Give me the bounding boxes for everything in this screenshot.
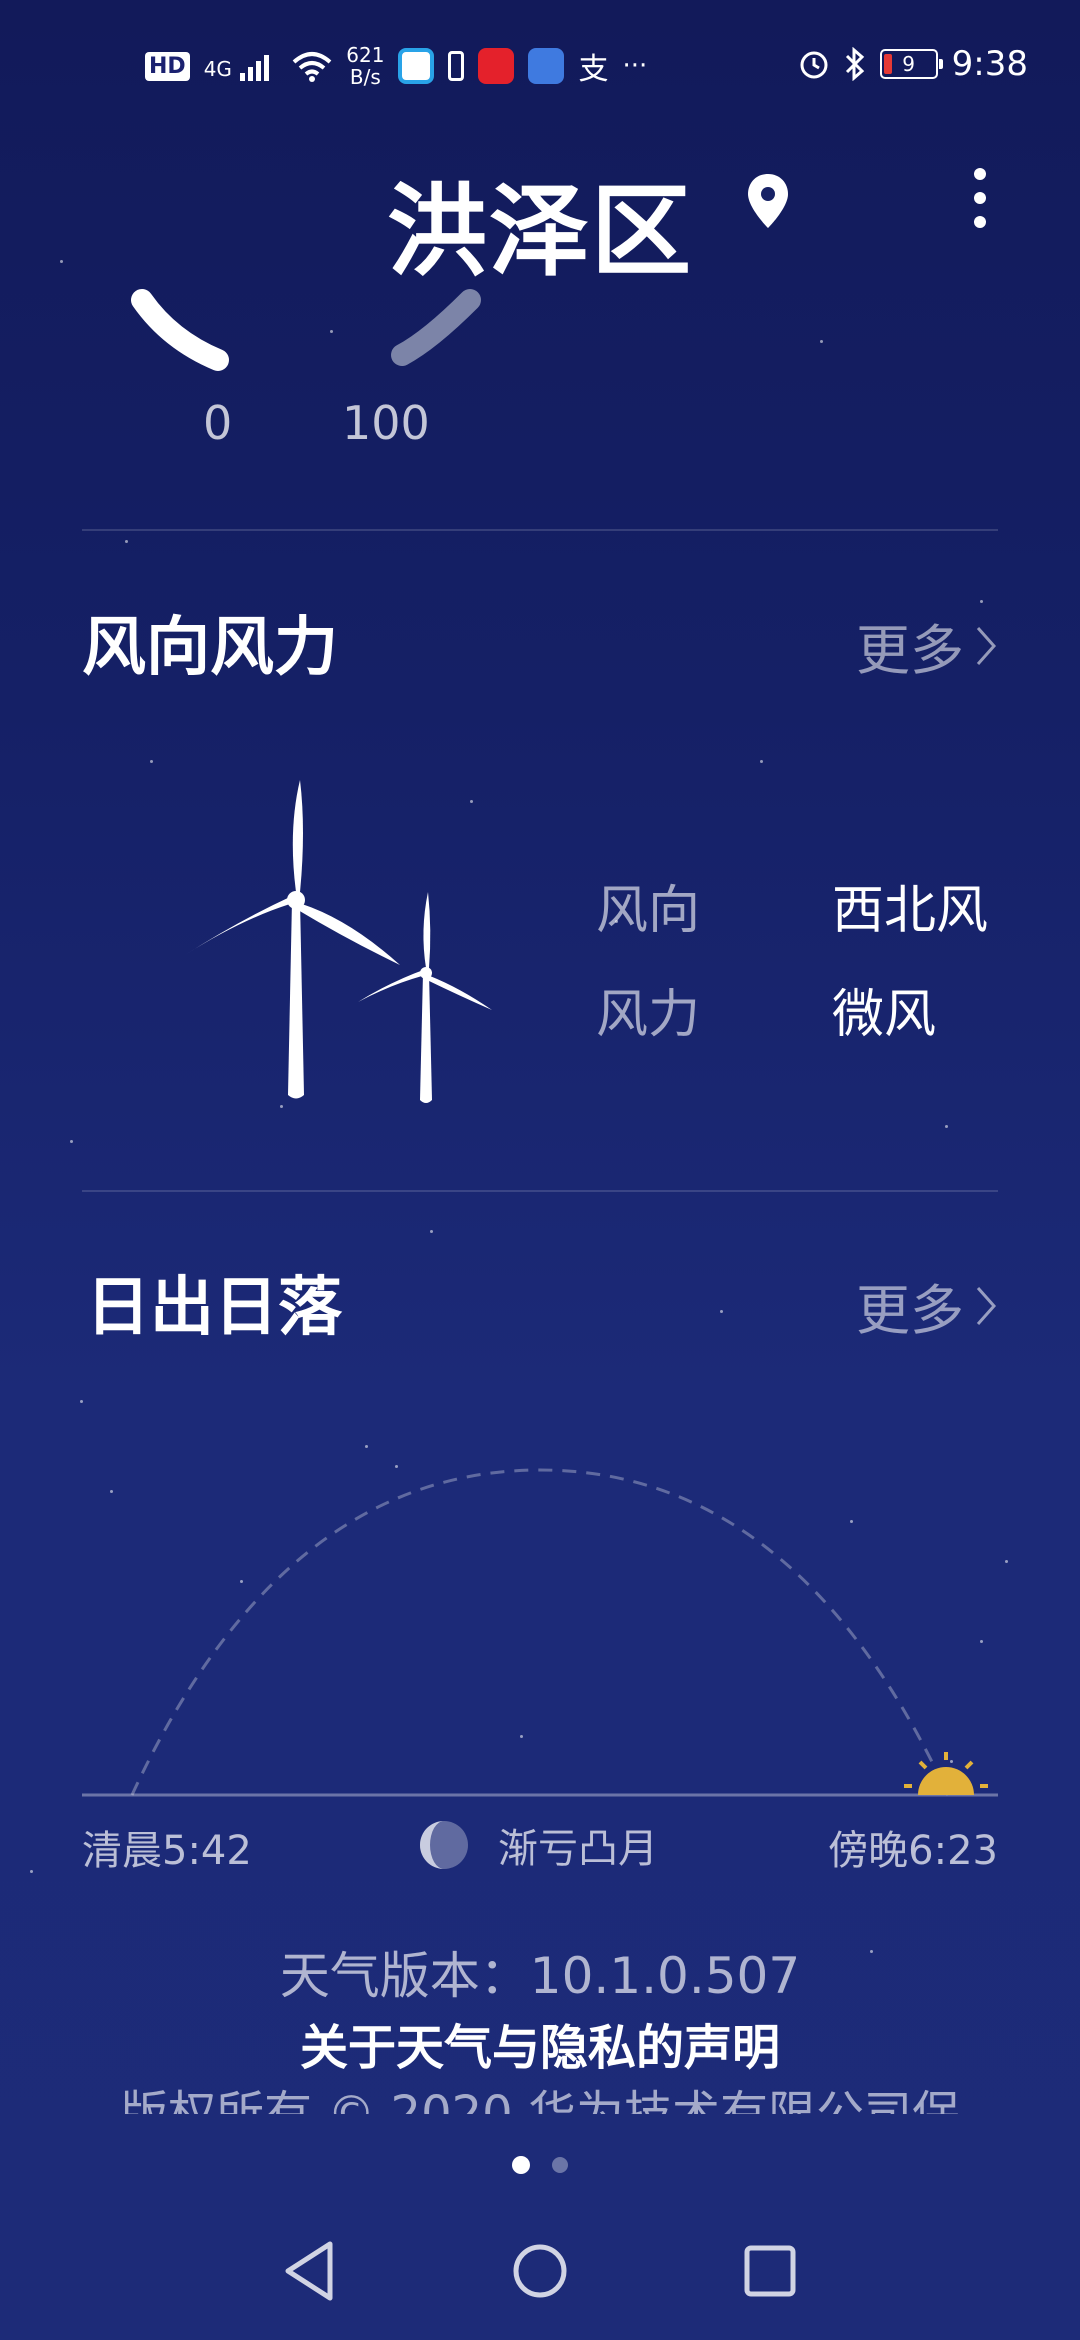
moon-phase-icon: [420, 1821, 468, 1869]
alipay-icon: 支: [578, 52, 609, 87]
air-quality-gauge: [131, 289, 481, 371]
hd-badge: HD: [145, 51, 190, 81]
browser-app-icon: [398, 48, 435, 84]
wind-section-title: 风向风力: [82, 611, 338, 685]
page-dot: [552, 2157, 568, 2173]
moon-phase: 渐亏凸月: [418, 1816, 658, 1874]
bluetooth-icon: [845, 47, 864, 81]
status-right: 9 9:38: [798, 44, 1028, 84]
gauge-min-label: 0: [203, 396, 233, 450]
alarm-icon: [800, 51, 828, 79]
network-speed: 621 B/s: [346, 43, 385, 89]
page-dot-active: [512, 2156, 530, 2174]
divider: [82, 529, 998, 531]
back-icon[interactable]: [282, 2240, 338, 2302]
wind-force-value: 微风: [832, 985, 937, 1045]
wind-direction-value: 西北风: [832, 881, 989, 941]
divider: [82, 1190, 998, 1192]
clock: 9:38: [951, 44, 1028, 84]
recents-icon[interactable]: [742, 2240, 798, 2302]
chevron-right-icon: [976, 626, 997, 665]
shopping-app-icon: [478, 48, 515, 84]
sunset-time: 傍晚6:23: [828, 1828, 998, 1874]
status-bar: HD 4G 621 B/s 支 ··· 9 9:38: [0, 44, 1080, 94]
wifi-icon: [292, 52, 332, 82]
wind-force-label: 风力: [596, 985, 701, 1045]
wind-direction-label: 风向: [596, 881, 701, 941]
sun-more-link[interactable]: 更多: [856, 1266, 998, 1345]
status-left: HD 4G 621 B/s 支 ···: [145, 44, 647, 88]
copyright-clip: 版权所有 © 2020 华为技术有限公司保: [0, 2074, 1080, 2114]
more-options-icon[interactable]: [968, 168, 992, 234]
sunrise-time: 清晨5:42: [82, 1828, 252, 1874]
privacy-statement-link[interactable]: 关于天气与隐私的声明: [0, 2008, 1080, 2078]
weather-version: 天气版本：10.1.0.507: [279, 1947, 801, 2005]
signal-icon: 4G: [204, 51, 279, 81]
navigation-bar: [0, 2240, 1080, 2320]
city-title[interactable]: 洪泽区: [0, 150, 1080, 295]
battery-indicator: 9: [879, 49, 943, 79]
wind-turbine-illustration: [185, 780, 492, 1103]
wind-more-link[interactable]: 更多: [856, 606, 998, 685]
sun-section-title: 日出日落: [86, 1271, 342, 1345]
battery-alert-icon: [448, 51, 465, 81]
page-indicator: [512, 2156, 568, 2174]
music-app-icon: [528, 48, 565, 84]
sun-icon: [904, 1752, 988, 1795]
home-icon[interactable]: [512, 2240, 568, 2302]
gauge-max-label: 100: [342, 396, 430, 450]
more-notifications-icon: ···: [622, 51, 648, 81]
copyright-text: 版权所有 © 2020 华为技术有限公司保: [120, 2086, 960, 2114]
location-pin-icon[interactable]: [745, 172, 791, 230]
chevron-right-icon: [976, 1286, 997, 1325]
sun-arc-chart: [82, 1468, 998, 1797]
